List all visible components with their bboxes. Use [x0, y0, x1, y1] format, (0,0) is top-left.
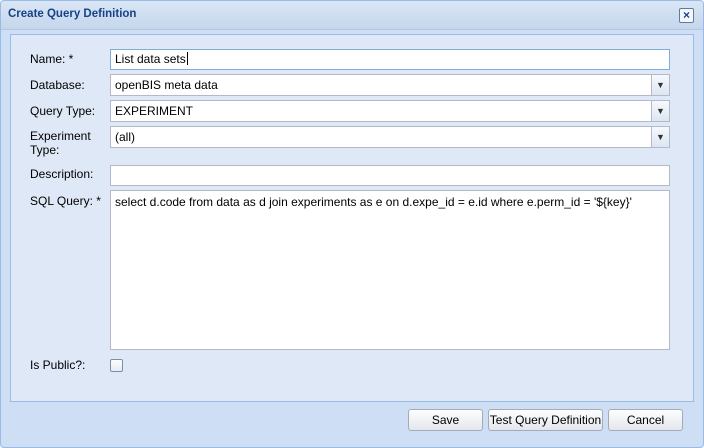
- sql-query-label: SQL Query: *: [30, 194, 101, 208]
- description-label: Description:: [30, 167, 94, 181]
- database-select-value: openBIS meta data: [115, 78, 218, 92]
- dialog-title: Create Query Definition: [8, 8, 137, 20]
- text-cursor: [186, 52, 188, 65]
- sql-query-value: select d.code from data as d join experi…: [115, 195, 632, 209]
- experiment-type-label-line2: Type:: [30, 143, 60, 157]
- is-public-checkbox[interactable]: [110, 359, 123, 372]
- close-icon[interactable]: ×: [679, 8, 694, 23]
- experiment-type-select-value: (all): [115, 130, 135, 144]
- experiment-type-label-line1: Experiment: [30, 129, 91, 143]
- name-input[interactable]: List data sets: [110, 49, 670, 70]
- dialog-titlebar[interactable]: Create Query Definition ×: [1, 1, 703, 30]
- description-input[interactable]: [110, 165, 670, 186]
- chevron-down-icon[interactable]: ▼: [651, 101, 669, 121]
- is-public-label: Is Public?:: [30, 358, 86, 372]
- database-label: Database:: [30, 78, 85, 92]
- query-type-label: Query Type:: [30, 104, 96, 118]
- chevron-down-icon[interactable]: ▼: [651, 127, 669, 147]
- cancel-button[interactable]: Cancel: [608, 409, 683, 431]
- query-type-select-value: EXPERIMENT: [115, 104, 194, 118]
- name-input-value: List data sets: [115, 52, 186, 66]
- sql-query-textarea[interactable]: select d.code from data as d join experi…: [110, 190, 670, 350]
- query-type-select[interactable]: EXPERIMENT ▼: [110, 100, 670, 122]
- experiment-type-select[interactable]: (all) ▼: [110, 126, 670, 148]
- save-button[interactable]: Save: [408, 409, 483, 431]
- database-select[interactable]: openBIS meta data ▼: [110, 74, 670, 96]
- chevron-down-icon[interactable]: ▼: [651, 75, 669, 95]
- test-query-definition-button[interactable]: Test Query Definition: [488, 409, 603, 431]
- name-label: Name: *: [30, 52, 74, 66]
